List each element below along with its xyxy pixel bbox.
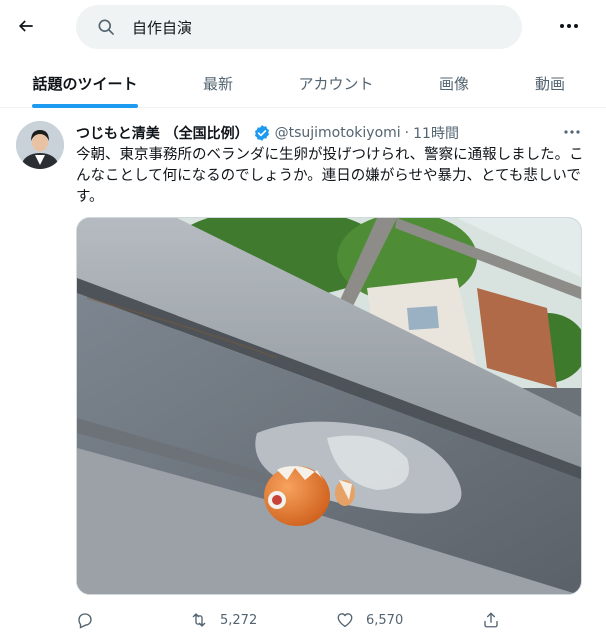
avatar[interactable] <box>16 121 64 169</box>
display-name[interactable]: つじもと清美 （全国比例） <box>76 123 249 143</box>
tweet-text: 今朝、東京事務所のベランダに生卵が投げつけられ、警察に通報しました。こんなことし… <box>76 147 584 205</box>
tab-label: アカウント <box>298 74 374 93</box>
separator: · <box>404 125 410 141</box>
reply-icon <box>78 613 92 629</box>
tweet-header: つじもと清美 （全国比例） @tsujimotokiyomi · 11時間 <box>76 122 459 144</box>
tab-latest[interactable]: 最新 <box>188 58 248 108</box>
tab-label: 動画 <box>534 74 565 93</box>
avatar-image <box>16 121 64 169</box>
like-icon <box>337 613 353 628</box>
tab-label: 画像 <box>438 74 469 93</box>
timestamp[interactable]: 11時間 <box>413 123 459 143</box>
search-box[interactable] <box>76 5 522 49</box>
back-button[interactable] <box>10 10 42 42</box>
search-icon <box>98 19 114 35</box>
tweet-more-button[interactable] <box>560 122 584 142</box>
retweet-button[interactable]: 5,272 <box>190 605 257 635</box>
tweet-photo[interactable] <box>76 217 582 595</box>
reply-button[interactable] <box>76 605 94 635</box>
tab-photos[interactable]: 画像 <box>424 58 484 108</box>
more-icon <box>564 130 580 134</box>
tab-top[interactable]: 話題のツイート <box>18 58 152 108</box>
search-tabs: 話題のツイート 最新 アカウント 画像 動画 <box>0 58 606 108</box>
share-button[interactable] <box>482 605 500 635</box>
retweet-icon <box>192 613 206 627</box>
back-arrow-icon <box>18 20 33 32</box>
retweet-count: 5,272 <box>220 612 258 628</box>
top-bar <box>0 0 606 54</box>
tweet-actions: 5,272 6,570 <box>76 605 506 635</box>
verified-icon <box>254 125 269 141</box>
tab-videos[interactable]: 動画 <box>520 58 580 108</box>
tab-label: 最新 <box>202 74 233 93</box>
search-input[interactable] <box>132 18 492 36</box>
more-icon <box>560 24 578 28</box>
like-button[interactable]: 6,570 <box>336 605 403 635</box>
active-tab-indicator <box>32 104 138 108</box>
tab-label: 話題のツイート <box>32 74 138 93</box>
handle[interactable]: @tsujimotokiyomi <box>275 125 401 141</box>
tweet[interactable]: つじもと清美 （全国比例） @tsujimotokiyomi · 11時間 今朝… <box>0 109 606 643</box>
more-options-button[interactable] <box>555 12 583 40</box>
photo-egg-on-balcony <box>77 218 581 594</box>
share-icon <box>484 612 498 628</box>
like-count: 6,570 <box>366 612 404 628</box>
tab-people[interactable]: アカウント <box>286 58 386 108</box>
